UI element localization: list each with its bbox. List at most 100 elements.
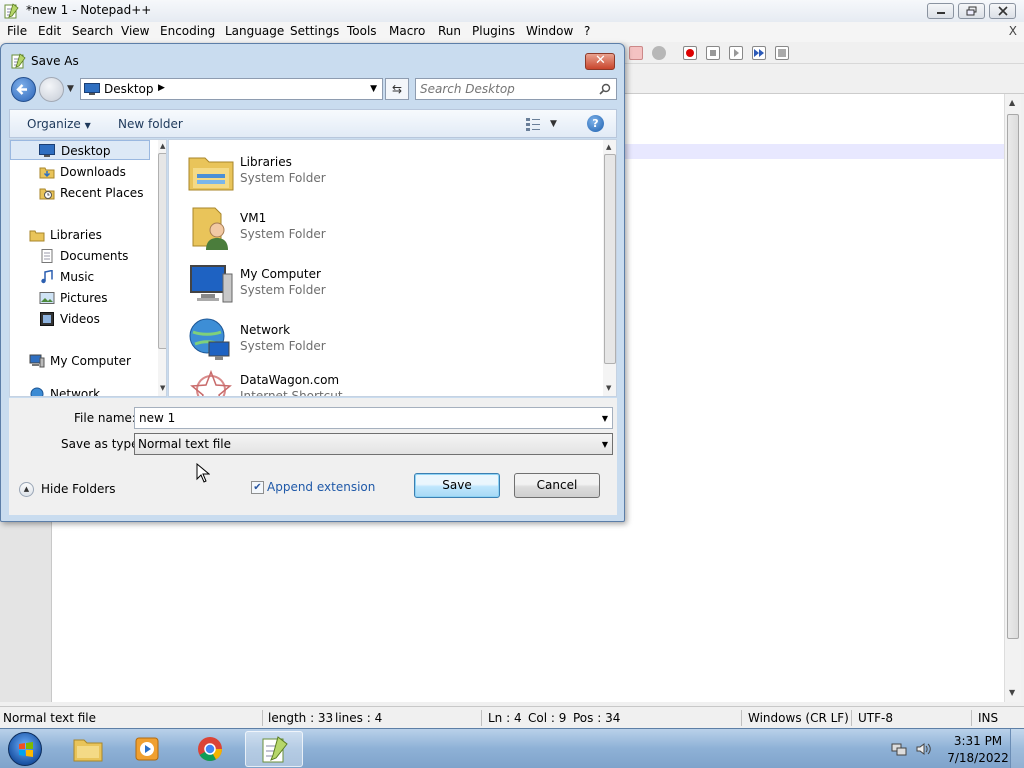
taskbar-chrome[interactable] [182,731,240,767]
record-macro-button[interactable] [683,46,697,60]
network-status-icon[interactable] [891,741,907,757]
nav-item-libraries[interactable]: Libraries [10,225,150,245]
nav-pane-scrollbar[interactable]: ▲ ▼ [158,140,166,396]
taskbar-media-player[interactable] [120,731,178,767]
file-item-my-computer[interactable]: My Computer System Folder [183,256,583,308]
fast-forward-icon [754,49,764,57]
file-name-combobox[interactable]: ▼ [134,407,613,429]
close-document-x[interactable]: X [1009,24,1017,38]
nav-item-music[interactable]: Music [10,267,150,287]
file-item-network[interactable]: Network System Folder [183,312,583,364]
save-as-type-label: Save as type: [61,437,143,451]
dialog-close-button[interactable]: ✕ [585,53,615,70]
scrollbar-thumb[interactable] [604,154,616,364]
checkbox-check-icon[interactable]: ✔ [251,481,264,494]
stop-macro-button[interactable] [706,46,720,60]
status-divider [481,710,482,726]
clock-date[interactable]: 7/18/2022 [940,751,1016,765]
file-type: System Folder [240,283,326,297]
menu-edit[interactable]: Edit [38,24,61,38]
back-arrow-icon [16,84,27,95]
view-options-dropdown-icon[interactable]: ▼ [550,119,557,129]
breadcrumb-arrow-icon[interactable]: ▶ [158,83,165,93]
scroll-down-arrow-icon[interactable]: ▼ [606,384,611,392]
menu-macro[interactable]: Macro [389,24,425,38]
start-button[interactable] [8,732,42,766]
recent-locations-dropdown-icon[interactable]: ▼ [67,84,74,94]
play-macro-button[interactable] [729,46,743,60]
nav-item-videos[interactable]: Videos [10,309,150,329]
change-view-icon[interactable] [524,116,542,132]
menu-search[interactable]: Search [72,24,113,38]
file-name: Libraries [240,155,292,169]
folder-icon[interactable] [629,46,643,60]
scroll-down-arrow-icon[interactable]: ▼ [160,384,165,392]
menu-tools[interactable]: Tools [347,24,377,38]
menu-run[interactable]: Run [438,24,461,38]
nav-item-downloads[interactable]: Downloads [10,162,150,182]
back-button[interactable] [11,77,36,102]
music-icon [41,270,53,284]
file-name-input[interactable] [139,410,589,426]
save-button[interactable]: Save [414,473,500,498]
cancel-button[interactable]: Cancel [514,473,600,498]
pictures-icon [39,292,55,304]
save-as-type-select[interactable]: Normal text file ▼ [134,433,613,455]
minimize-button[interactable] [927,3,954,19]
scroll-up-arrow-icon[interactable]: ▲ [606,143,611,151]
menu-language[interactable]: Language [225,24,284,38]
address-location[interactable]: Desktop [104,82,154,96]
menu-help[interactable]: ? [584,24,590,38]
menu-encoding[interactable]: Encoding [160,24,215,38]
close-window-button[interactable] [989,3,1016,19]
menu-view[interactable]: View [121,24,149,38]
run-multiple-macro-button[interactable] [752,46,766,60]
menu-file[interactable]: File [7,24,27,38]
search-box[interactable] [415,78,617,100]
editor-vertical-scrollbar[interactable]: ▲ ▼ [1004,94,1021,702]
organize-button[interactable]: Organize ▼ [27,117,91,131]
nav-item-recent-places[interactable]: Recent Places [10,183,150,203]
address-bar[interactable]: Desktop ▶ ▼ [80,78,383,100]
new-folder-button[interactable]: New folder [118,117,183,131]
restore-button[interactable] [958,3,985,19]
taskbar-explorer[interactable] [60,731,118,767]
forward-button[interactable] [39,77,64,102]
scrollbar-thumb[interactable] [1007,114,1019,639]
clock-time[interactable]: 3:31 PM [948,734,1008,748]
folder-icon [73,739,103,762]
file-name: Network [240,323,291,337]
file-list-scrollbar[interactable]: ▲ ▼ [603,140,616,396]
address-history-dropdown-icon[interactable]: ▼ [370,84,377,94]
refresh-button[interactable]: ⇆ [385,78,409,100]
menu-window[interactable]: Window [526,24,573,38]
menu-settings[interactable]: Settings [290,24,339,38]
chevron-down-icon[interactable]: ▼ [602,414,608,423]
help-icon[interactable]: ? [587,115,604,132]
nav-item-label: Recent Places [60,186,144,200]
nav-item-documents[interactable]: Documents [10,246,150,266]
nav-item-desktop[interactable]: Desktop [10,140,150,160]
chat-icon[interactable] [652,46,666,60]
mouse-pointer-icon [196,463,210,483]
file-item-vm1[interactable]: VM1 System Folder [183,200,583,252]
nav-item-pictures[interactable]: Pictures [10,288,150,308]
search-input[interactable] [420,81,596,97]
show-desktop-button[interactable] [1010,729,1024,768]
menu-plugins[interactable]: Plugins [472,24,515,38]
scrollbar-thumb[interactable] [158,153,166,349]
dialog-title: Save As [31,54,79,68]
scroll-up-arrow-icon[interactable]: ▲ [1009,98,1015,107]
nav-item-network[interactable]: Network [10,384,150,396]
taskbar-notepadpp[interactable] [245,731,303,767]
scroll-down-arrow-icon[interactable]: ▼ [1009,688,1015,697]
save-options-area: File name: ▼ Save as type: Normal text f… [9,398,617,515]
append-extension-label[interactable]: Append extension [267,480,375,494]
file-item-datawagon[interactable]: DataWagon.com Internet Shortcut [183,362,583,396]
nav-item-my-computer[interactable]: My Computer [10,351,150,371]
save-macro-button[interactable] [775,46,789,60]
volume-icon[interactable] [915,741,931,757]
file-item-libraries[interactable]: Libraries System Folder [183,144,583,196]
scroll-up-arrow-icon[interactable]: ▲ [160,142,165,150]
npp-title-bar[interactable]: *new 1 - Notepad++ [0,0,1024,22]
